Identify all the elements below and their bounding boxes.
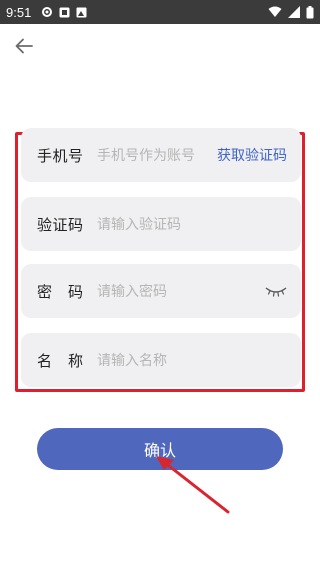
wifi-icon bbox=[268, 6, 282, 17]
eye-closed-icon[interactable] bbox=[265, 284, 287, 298]
name-field[interactable]: 名 称 请输入名称 bbox=[21, 333, 301, 387]
notification-icons bbox=[41, 6, 87, 18]
password-field[interactable]: 密 码 请输入密码 bbox=[21, 264, 301, 318]
phone-label: 手机号 bbox=[37, 146, 84, 165]
back-button[interactable] bbox=[10, 32, 38, 60]
phone-field[interactable]: 手机号 手机号作为账号 获取验证码 bbox=[21, 128, 301, 182]
system-status-icons bbox=[268, 5, 314, 19]
get-code-button[interactable]: 获取验证码 bbox=[217, 145, 287, 165]
verification-code-label: 验证码 bbox=[37, 215, 84, 234]
status-bar: 9:51 bbox=[0, 0, 320, 24]
app-notification-icon bbox=[59, 7, 70, 17]
signal-icon bbox=[288, 6, 300, 18]
settings-notification-icon bbox=[42, 7, 53, 17]
battery-icon bbox=[306, 5, 314, 18]
status-time: 9:51 bbox=[6, 4, 32, 20]
arrow-left-icon bbox=[15, 38, 33, 54]
annotation-arrow-icon bbox=[156, 456, 230, 514]
image-notification-icon bbox=[76, 7, 87, 17]
verification-code-input[interactable]: 请输入验证码 bbox=[97, 214, 287, 234]
phone-input[interactable]: 手机号作为账号 bbox=[97, 145, 217, 165]
password-input[interactable]: 请输入密码 bbox=[97, 281, 265, 301]
name-label: 名 称 bbox=[37, 351, 84, 370]
name-input[interactable]: 请输入名称 bbox=[97, 350, 287, 370]
verification-code-field[interactable]: 验证码 请输入验证码 bbox=[21, 197, 301, 251]
password-label: 密 码 bbox=[37, 282, 84, 301]
